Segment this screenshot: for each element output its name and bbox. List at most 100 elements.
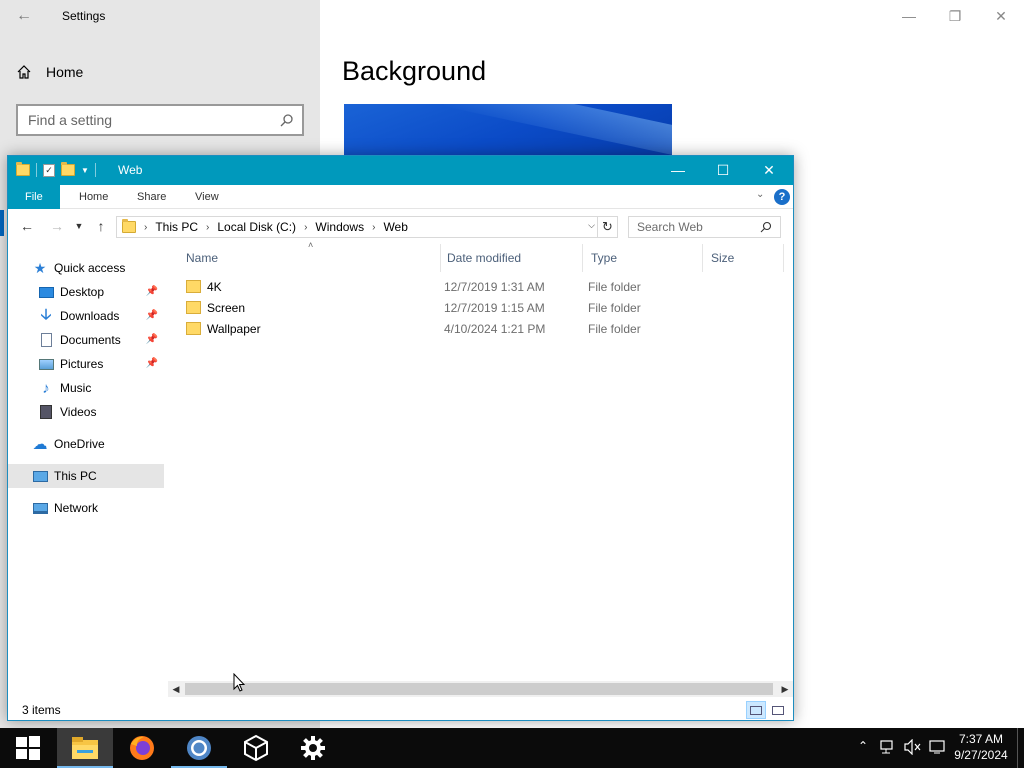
forward-button[interactable]: →: [48, 218, 66, 234]
taskbar-virtualbox[interactable]: [228, 728, 284, 768]
back-button[interactable]: ←: [18, 218, 36, 234]
file-row[interactable]: 4K 12/7/2019 1:31 AM File folder: [186, 276, 786, 297]
tab-home[interactable]: Home: [67, 185, 120, 209]
large-icons-view-icon: [772, 706, 784, 715]
address-dropdown-icon[interactable]: ⌵: [588, 220, 595, 231]
file-name: Wallpaper: [207, 321, 261, 336]
help-icon[interactable]: ?: [774, 189, 790, 205]
expand-ribbon-icon[interactable]: ⌄: [756, 189, 764, 200]
virtualbox-icon: [244, 734, 268, 762]
file-list: ˄ Name Date modified Type Size 4K 12/7/2…: [176, 240, 793, 680]
volume-muted-icon[interactable]: [904, 738, 922, 758]
settings-minimize-button[interactable]: —: [894, 6, 924, 26]
taskbar-settings[interactable]: [285, 728, 341, 768]
file-row[interactable]: Wallpaper 4/10/2024 1:21 PM File folder: [186, 318, 786, 339]
show-desktop-button[interactable]: [1017, 728, 1018, 768]
nav-music[interactable]: ♪ Music: [38, 376, 164, 400]
up-button[interactable]: ↑: [92, 218, 110, 234]
pin-icon[interactable]: 📌: [146, 358, 158, 369]
taskbar-firefox[interactable]: [114, 728, 170, 768]
explorer-maximize-button[interactable]: ☐: [700, 156, 746, 185]
nav-label: OneDrive: [54, 437, 105, 451]
pin-icon[interactable]: 📌: [146, 334, 158, 345]
clock[interactable]: 7:37 AM 9/27/2024: [946, 731, 1016, 763]
properties-icon[interactable]: ✓: [43, 163, 55, 177]
explorer-minimize-button[interactable]: —: [655, 156, 701, 185]
nav-label: Quick access: [54, 261, 126, 275]
explorer-close-button[interactable]: ✕: [746, 156, 792, 185]
show-hidden-icons-icon[interactable]: ⌃: [858, 739, 868, 753]
file-name: 4K: [207, 279, 222, 294]
network-icon: [32, 500, 48, 516]
nav-onedrive[interactable]: ☁ OneDrive: [32, 432, 188, 456]
column-date-modified[interactable]: Date modified: [439, 244, 583, 272]
chevron-right-icon[interactable]: ›: [206, 222, 209, 233]
network-tray-icon[interactable]: [880, 739, 896, 758]
column-name[interactable]: Name: [178, 244, 441, 272]
settings-search-placeholder: Find a setting: [28, 112, 113, 128]
nav-network[interactable]: Network: [32, 496, 188, 520]
horizontal-scrollbar[interactable]: ◀ ▶: [168, 681, 793, 697]
taskbar-chrome[interactable]: [171, 728, 227, 768]
download-icon: 🡣: [40, 305, 52, 323]
nav-label: This PC: [54, 469, 97, 483]
chevron-right-icon[interactable]: ›: [372, 222, 375, 233]
gear-icon: [301, 736, 325, 760]
tab-view[interactable]: View: [183, 185, 231, 209]
settings-search-input[interactable]: Find a setting: [16, 104, 304, 136]
chrome-icon: [187, 736, 211, 760]
taskbar: ⌃ 7:37 AM 9/27/2024: [0, 728, 1024, 768]
column-type[interactable]: Type: [583, 244, 703, 272]
large-icons-view-button[interactable]: [768, 701, 788, 719]
file-row[interactable]: Screen 12/7/2019 1:15 AM File folder: [186, 297, 786, 318]
taskbar-file-explorer[interactable]: [57, 728, 113, 768]
breadcrumb-this-pc[interactable]: This PC: [155, 220, 198, 234]
pin-icon[interactable]: 📌: [146, 286, 158, 297]
back-arrow-icon[interactable]: ←: [16, 7, 32, 25]
chevron-right-icon[interactable]: ›: [304, 222, 307, 233]
tab-share[interactable]: Share: [125, 185, 178, 209]
navigation-pane: ★ Quick access Desktop 📌 🡣 Downloads 📌 D…: [8, 252, 168, 672]
start-button[interactable]: [0, 728, 56, 768]
computer-icon: [32, 468, 48, 484]
nav-quick-access[interactable]: ★ Quick access: [32, 256, 188, 280]
explorer-search-input[interactable]: Search Web: [628, 216, 781, 238]
scrollbar-thumb[interactable]: [185, 683, 773, 695]
explorer-titlebar[interactable]: ✓ ▼ Web — ☐ ✕: [8, 156, 793, 185]
customize-toolbar-icon[interactable]: ▼: [81, 166, 89, 175]
file-type: File folder: [588, 321, 641, 336]
ribbon-tabs: File Home Share View ⌄ ?: [8, 185, 793, 209]
new-folder-icon[interactable]: [61, 162, 75, 176]
settings-home-link[interactable]: Home: [16, 64, 83, 80]
nav-documents[interactable]: Documents 📌: [38, 328, 164, 352]
scroll-right-icon[interactable]: ▶: [777, 681, 793, 697]
nav-desktop[interactable]: Desktop 📌: [38, 280, 164, 304]
refresh-icon[interactable]: ↻: [597, 217, 617, 237]
folder-icon: [186, 322, 201, 335]
nav-pictures[interactable]: Pictures 📌: [38, 352, 164, 376]
scroll-left-icon[interactable]: ◀: [168, 681, 184, 697]
nav-label: Downloads: [60, 309, 120, 323]
desktop-icon: [38, 284, 54, 300]
nav-videos[interactable]: Videos: [38, 400, 164, 424]
pictures-icon: [38, 356, 54, 372]
recent-locations-button[interactable]: ▼: [70, 221, 88, 231]
display-tray-icon[interactable]: [929, 739, 945, 758]
breadcrumb-windows[interactable]: Windows: [315, 220, 364, 234]
settings-restore-button[interactable]: ❐: [940, 6, 970, 26]
nav-downloads[interactable]: 🡣 Downloads 📌: [38, 304, 164, 328]
settings-close-button[interactable]: ✕: [986, 6, 1016, 26]
tab-file[interactable]: File: [8, 185, 60, 209]
home-icon: [17, 65, 31, 79]
pin-icon[interactable]: 📌: [146, 310, 158, 321]
breadcrumb-local-disk[interactable]: Local Disk (C:): [217, 220, 296, 234]
column-size[interactable]: Size: [703, 244, 784, 272]
explorer-search-placeholder: Search Web: [637, 220, 703, 234]
file-type: File folder: [588, 300, 641, 315]
chevron-right-icon[interactable]: ›: [144, 222, 147, 233]
nav-label: Network: [54, 501, 99, 515]
breadcrumb-web[interactable]: Web: [383, 220, 407, 234]
details-view-button[interactable]: [746, 701, 766, 719]
address-bar[interactable]: › This PC › Local Disk (C:) › Windows › …: [116, 216, 618, 238]
nav-this-pc[interactable]: This PC: [8, 464, 164, 488]
